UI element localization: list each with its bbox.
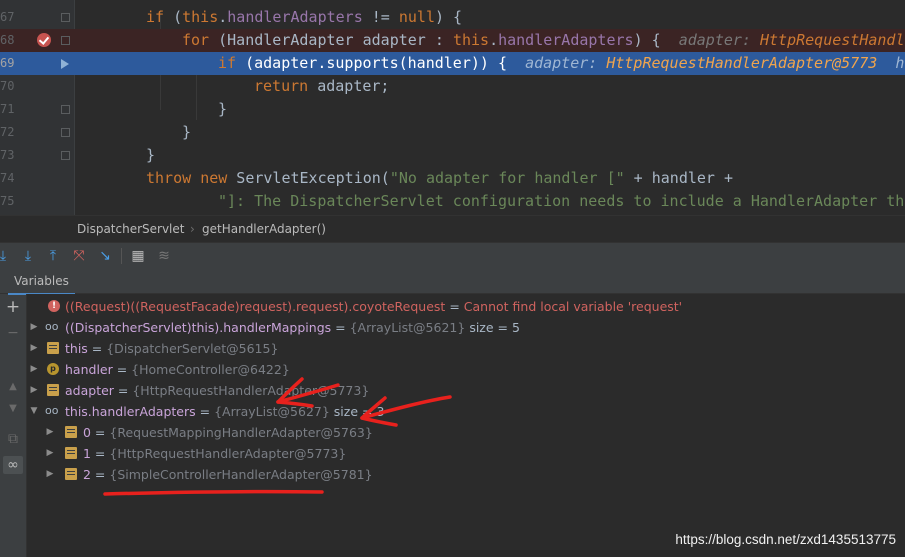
evaluate-icon[interactable]: ▦ xyxy=(129,247,147,265)
step-out-icon[interactable]: ⤒ xyxy=(44,247,62,265)
tree-row[interactable]: ▶ this = {DispatcherServlet@5615} xyxy=(27,338,905,359)
tree-row[interactable]: ▶ 2 = {SimpleControllerHandlerAdapter@57… xyxy=(27,464,905,485)
line-number: 73 xyxy=(0,148,15,162)
tree-row[interactable]: ▶ oo ((DispatcherServlet)this).handlerMa… xyxy=(27,317,905,338)
inline-value-hint: adapter: HttpRequestHandlerAdapter@5773 … xyxy=(525,54,905,72)
code-text: } xyxy=(218,100,228,118)
copy-icon[interactable]: ⧉ xyxy=(4,430,22,448)
variables-side-toolbar: + − ▲ ▼ ⧉ ∞ xyxy=(0,294,27,557)
breadcrumb-separator: › xyxy=(190,222,195,236)
add-watch-icon[interactable]: + xyxy=(4,298,22,316)
remove-watch-icon[interactable]: − xyxy=(4,324,22,342)
expand-caret-icon[interactable]: ▶ xyxy=(45,443,55,464)
variables-tab[interactable]: Variables xyxy=(8,269,75,295)
code-text: if (this.handlerAdapters != null) { xyxy=(146,8,463,26)
tree-row[interactable]: ▼ oo this.handlerAdapters = {ArrayList@5… xyxy=(27,401,905,422)
code-line-69-execution-point[interactable]: 69 if (adapter.supports(handler)) { adap… xyxy=(0,52,905,75)
code-text: } xyxy=(146,146,156,164)
inline-value-hint: adapter: HttpRequestHandle xyxy=(678,31,905,49)
breadcrumb-class[interactable]: DispatcherServlet xyxy=(77,216,184,243)
code-text: "]: The DispatcherServlet configuration … xyxy=(218,192,905,210)
code-line-75[interactable]: 75 "]: The DispatcherServlet configurati… xyxy=(0,190,905,213)
fold-marker-icon[interactable] xyxy=(61,13,70,22)
field-icon xyxy=(65,447,77,459)
breadcrumb-method[interactable]: getHandlerAdapter() xyxy=(202,216,326,243)
line-number: 67 xyxy=(0,10,15,24)
code-text: for (HandlerAdapter adapter : this.handl… xyxy=(182,29,905,52)
breakpoint-check-icon[interactable] xyxy=(37,33,51,47)
expand-caret-icon[interactable]: ▶ xyxy=(45,464,55,485)
code-line-73[interactable]: 73 } xyxy=(0,144,905,167)
variables-header: Variables xyxy=(0,269,905,295)
field-icon xyxy=(47,342,59,354)
code-line-71[interactable]: 71 } xyxy=(0,98,905,121)
code-editor[interactable]: 67 if (this.handlerAdapters != null) { 6… xyxy=(0,0,905,215)
collapse-caret-icon[interactable]: ▼ xyxy=(29,401,39,422)
code-text: return adapter; xyxy=(254,77,390,95)
tree-row[interactable]: ! ((Request)((RequestFacade)request).req… xyxy=(27,296,905,317)
expand-caret-icon[interactable]: ▶ xyxy=(29,359,39,380)
parameter-icon: p xyxy=(47,363,59,375)
tree-row[interactable]: ▶ adapter = {HttpRequestHandlerAdapter@5… xyxy=(27,380,905,401)
tree-row[interactable]: ▶ 0 = {RequestMappingHandlerAdapter@5763… xyxy=(27,422,905,443)
step-over-icon[interactable]: ⤓ xyxy=(0,247,12,265)
code-line-67[interactable]: 67 if (this.handlerAdapters != null) { xyxy=(0,6,905,29)
show-watches-icon[interactable]: ∞ xyxy=(3,456,23,474)
tree-row[interactable]: ▶ p handler = {HomeController@6422} xyxy=(27,359,905,380)
variables-panel: Variables + − ▲ ▼ ⧉ ∞ ! ((Request)((Requ… xyxy=(0,269,905,557)
fold-marker-icon[interactable] xyxy=(61,36,70,45)
toolbar-separator xyxy=(121,248,122,264)
execution-point-icon xyxy=(61,59,69,69)
code-line-70[interactable]: 70 return adapter; xyxy=(0,75,905,98)
code-line-74[interactable]: 74 throw new ServletException("No adapte… xyxy=(0,167,905,190)
line-number: 68 xyxy=(0,33,15,47)
watch-icon: oo xyxy=(45,320,59,333)
line-number: 72 xyxy=(0,125,15,139)
fold-marker-icon[interactable] xyxy=(61,151,70,160)
fold-marker-icon[interactable] xyxy=(61,105,70,114)
variables-tree[interactable]: ! ((Request)((RequestFacade)request).req… xyxy=(27,294,905,557)
line-number: 70 xyxy=(0,79,15,93)
error-icon: ! xyxy=(48,300,60,312)
fold-marker-icon[interactable] xyxy=(61,128,70,137)
field-icon xyxy=(65,468,77,480)
expand-caret-icon[interactable]: ▶ xyxy=(29,380,39,401)
breadcrumb: DispatcherServlet › getHandlerAdapter() xyxy=(0,215,905,243)
line-number: 69 xyxy=(0,56,15,70)
field-icon xyxy=(47,384,59,396)
field-icon xyxy=(65,426,77,438)
expand-caret-icon[interactable]: ▶ xyxy=(29,338,39,359)
watch-icon: oo xyxy=(45,404,59,417)
step-into-icon[interactable]: ⤓ xyxy=(19,247,37,265)
tree-row[interactable]: ▶ 1 = {HttpRequestHandlerAdapter@5773} xyxy=(27,443,905,464)
trace-icon[interactable]: ≋ xyxy=(155,247,173,265)
drop-frame-icon[interactable]: ⤧ xyxy=(70,247,88,265)
debugger-toolbar: ⤓ ⤓ ⤒ ⤧ ↘ ▦ ≋ xyxy=(0,242,905,270)
code-line-68[interactable]: 68 for (HandlerAdapter adapter : this.ha… xyxy=(0,29,905,52)
line-number: 71 xyxy=(0,102,15,116)
run-to-cursor-icon[interactable]: ↘ xyxy=(96,247,114,265)
move-down-icon[interactable]: ▼ xyxy=(4,400,22,418)
expand-caret-icon[interactable]: ▶ xyxy=(29,317,39,338)
expand-caret-icon[interactable]: ▶ xyxy=(45,422,55,443)
code-text: throw new ServletException("No adapter f… xyxy=(146,169,734,187)
code-text: } xyxy=(182,123,192,141)
line-number: 75 xyxy=(0,194,15,208)
move-up-icon[interactable]: ▲ xyxy=(4,378,22,396)
code-line-72[interactable]: 72 } xyxy=(0,121,905,144)
line-number: 74 xyxy=(0,171,15,185)
code-text: if (adapter.supports(handler)) { adapter… xyxy=(218,54,905,72)
watermark-text: https://blog.csdn.net/zxd1435513775 xyxy=(675,532,896,547)
